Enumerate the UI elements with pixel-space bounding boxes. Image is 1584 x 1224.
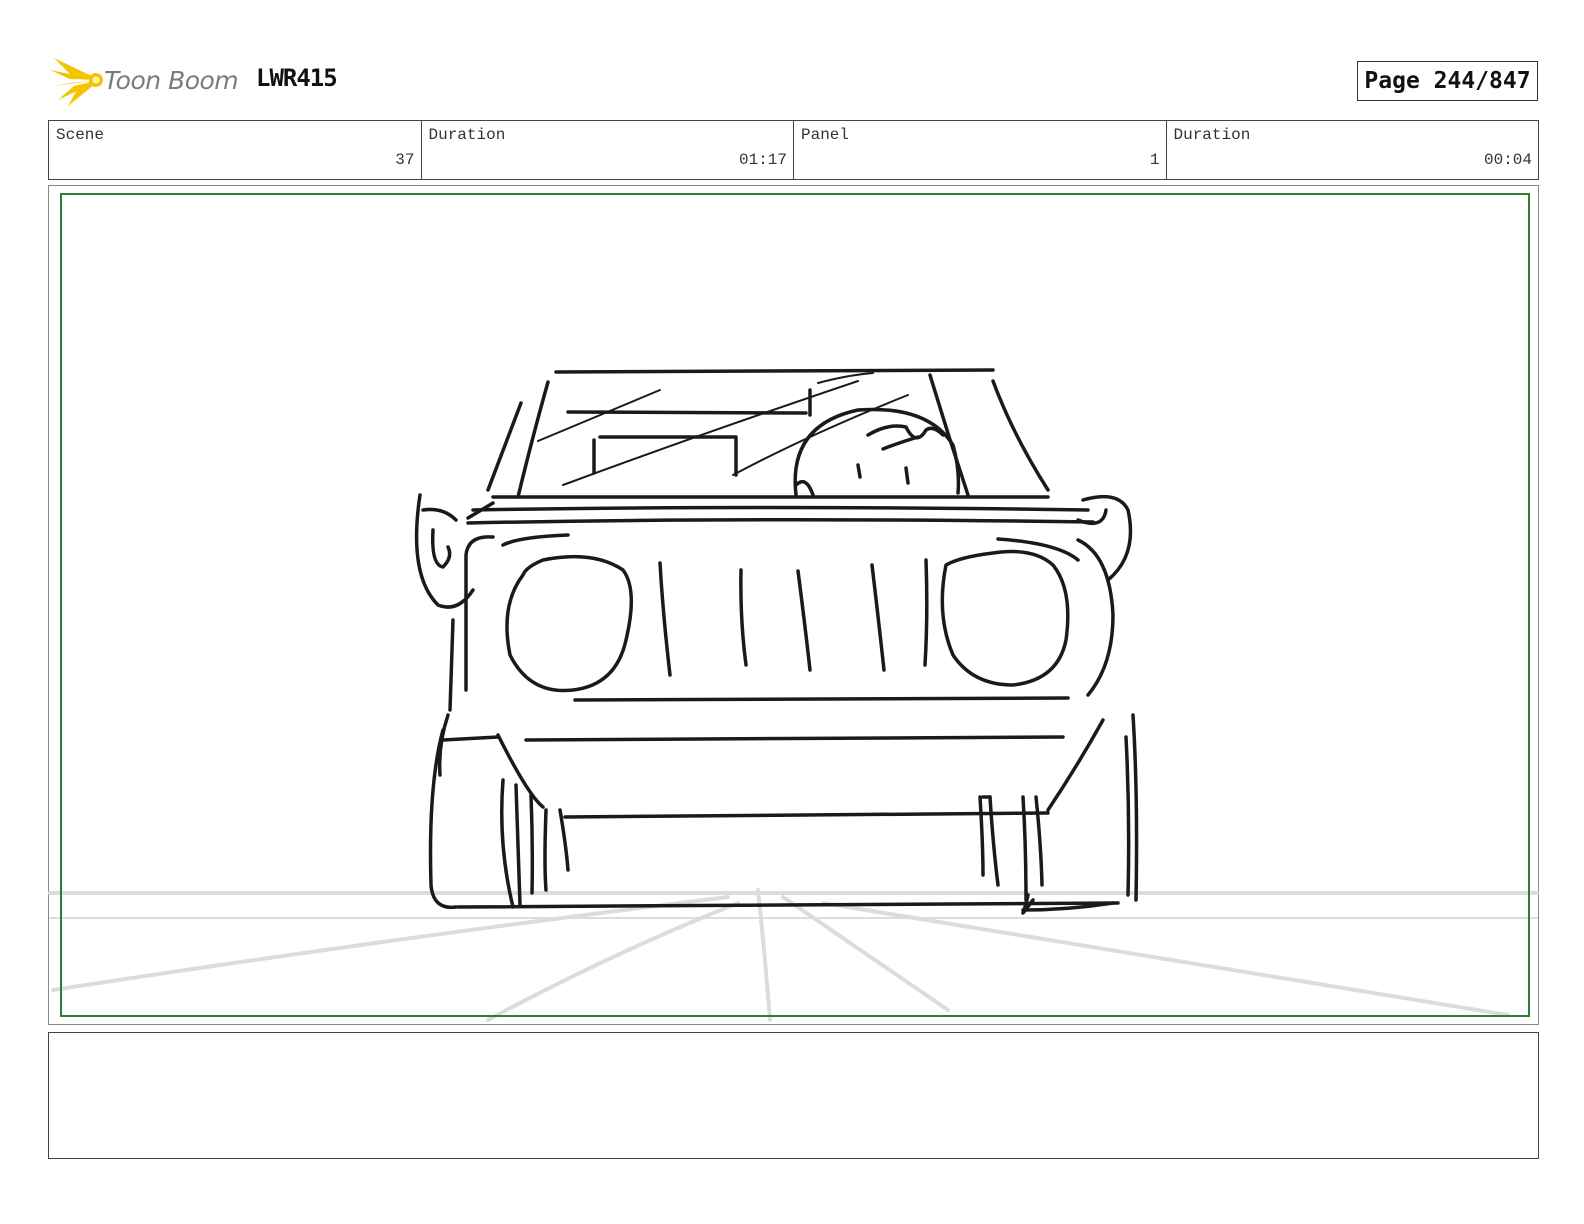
starburst-logo-icon [50,58,103,106]
scene-duration-label: Duration [428,126,506,144]
scene-duration-value: 01:17 [738,151,787,169]
safe-frame [60,193,1530,1017]
panel-duration-label: Duration [1173,126,1251,144]
scene-duration-cell: Duration 01:17 [422,121,794,179]
panel-cell: Panel 1 [794,121,1167,179]
scene-label: Scene [56,126,105,144]
panel-duration-cell: Duration 00:04 [1167,121,1539,179]
scene-value: 37 [395,151,415,169]
panel-notes-box [48,1032,1539,1159]
panel-value: 1 [1149,151,1160,169]
project-title: LWR415 [256,64,338,92]
panel-info-row: Scene 37 Duration 01:17 Panel 1 Duration… [48,120,1539,180]
scene-cell: Scene 37 [49,121,422,179]
logo-wordmark: Toon Boom [104,66,239,95]
panel-duration-value: 00:04 [1483,151,1532,169]
panel-label: Panel [801,126,850,144]
page-number: Page 244/847 [1357,61,1538,101]
toon-boom-logo: Toon Boom [50,54,240,108]
